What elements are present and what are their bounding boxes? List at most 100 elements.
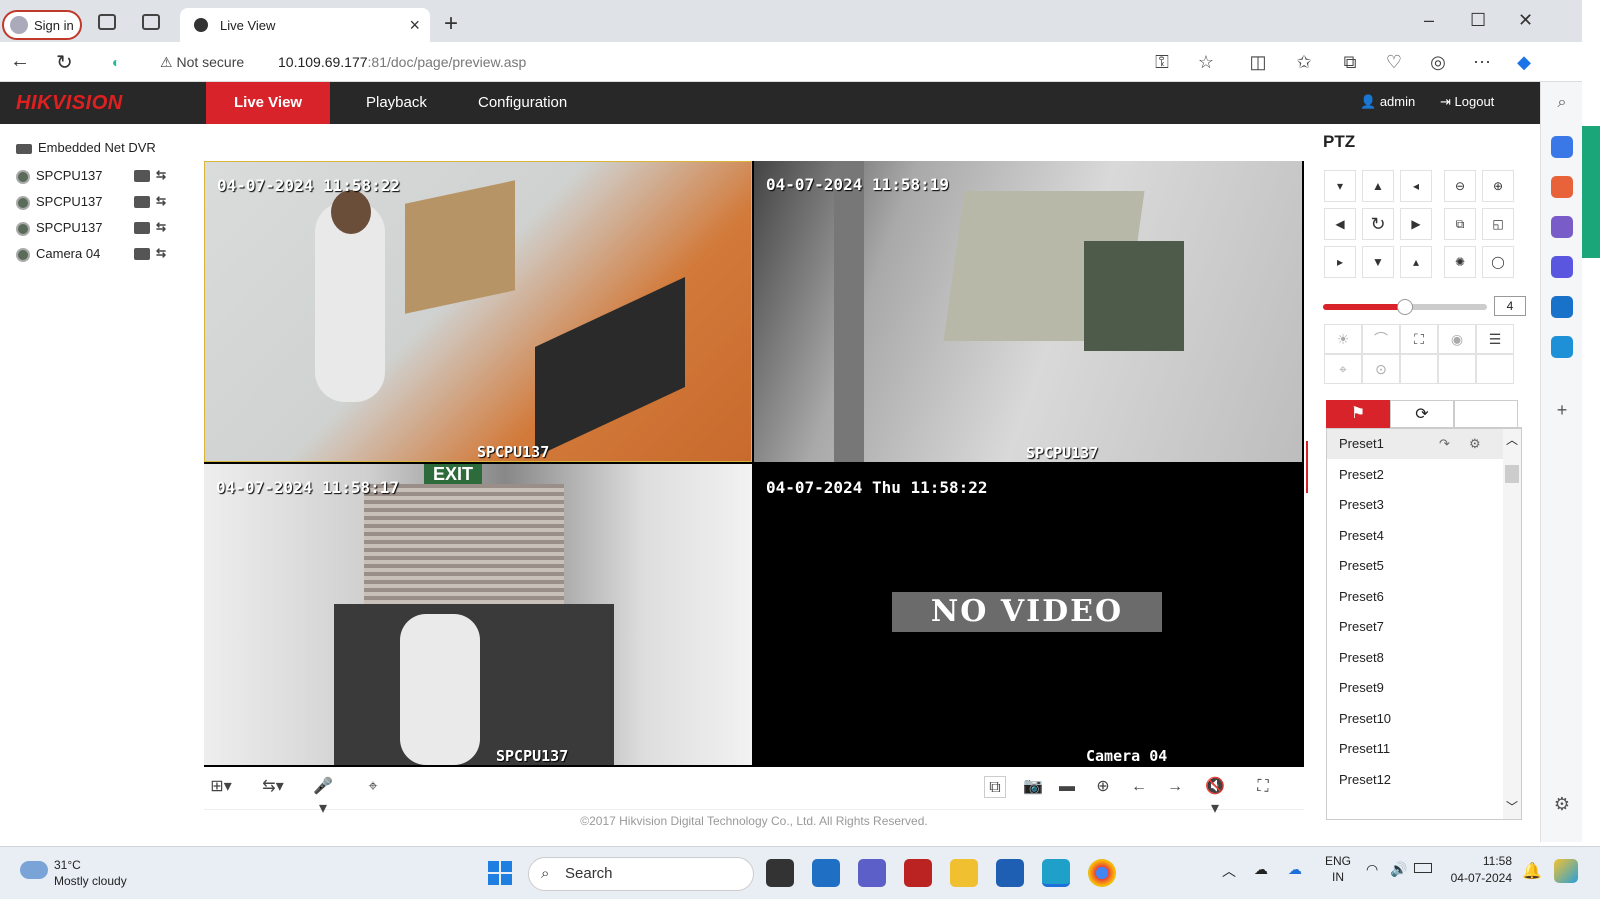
volume-icon[interactable]: 🔊 bbox=[1390, 861, 1407, 878]
sign-in-button[interactable]: Sign in bbox=[2, 10, 82, 40]
scroll-up-icon[interactable]: ︿ bbox=[1506, 431, 1518, 448]
chrome-icon[interactable] bbox=[1088, 859, 1116, 887]
fullscreen-icon[interactable]: ⛶ bbox=[1252, 776, 1274, 798]
tools-icon[interactable] bbox=[1551, 176, 1573, 198]
preset-settings-gear-icon[interactable]: ⚙ bbox=[1469, 429, 1481, 459]
focus-far-icon[interactable]: ◱ bbox=[1482, 208, 1514, 240]
close-window-icon[interactable]: ✕ bbox=[1518, 10, 1533, 31]
tree-camera-item[interactable]: SPCPU137 ⇆ bbox=[16, 220, 186, 240]
preset-item[interactable]: Preset9 bbox=[1327, 673, 1503, 703]
onedrive-sync-icon[interactable]: ☁ bbox=[1288, 861, 1302, 878]
lens-init-icon[interactable]: ◉ bbox=[1438, 324, 1476, 354]
taskbar-clock[interactable]: 11:58 04-07-2024 bbox=[1440, 853, 1512, 887]
search-icon[interactable]: ⌕ bbox=[1551, 94, 1573, 116]
3d-zoom-icon[interactable]: ⊙ bbox=[1362, 354, 1400, 384]
record-all-icon[interactable]: ▬ bbox=[1056, 776, 1078, 798]
preset-item[interactable]: Preset5 bbox=[1327, 551, 1503, 581]
tree-camera-item[interactable]: Camera 04 ⇆ bbox=[16, 246, 186, 266]
preset-scrollbar[interactable]: ︿ ﹀ bbox=[1503, 429, 1521, 819]
file-explorer-icon[interactable] bbox=[950, 859, 978, 887]
zoom-out-icon[interactable]: ⊖ bbox=[1444, 170, 1476, 202]
taskbar-search[interactable]: ⌕ Search bbox=[528, 857, 754, 891]
url-field[interactable] bbox=[96, 46, 1226, 78]
focus-near-icon[interactable]: ⧉ bbox=[1444, 208, 1476, 240]
teams-icon[interactable] bbox=[858, 859, 886, 887]
stream-type-icon[interactable]: ⇆ bbox=[156, 220, 172, 236]
record-icon[interactable] bbox=[134, 196, 150, 208]
ptz-speed-slider[interactable] bbox=[1323, 299, 1487, 315]
ptz-left-button[interactable]: ◀ bbox=[1324, 208, 1356, 240]
new-tab-icon[interactable]: + bbox=[444, 10, 458, 38]
tab-live-view[interactable]: Live View bbox=[206, 82, 331, 124]
digital-zoom-icon[interactable]: ⊕ bbox=[1092, 776, 1114, 798]
tree-root[interactable]: Embedded Net DVR bbox=[16, 140, 156, 155]
record-icon[interactable] bbox=[134, 248, 150, 260]
password-key-icon[interactable]: ⚿ bbox=[1152, 52, 1172, 72]
preset-item[interactable]: Preset6 bbox=[1327, 582, 1503, 612]
add-icon[interactable]: + bbox=[1551, 400, 1573, 422]
task-view-icon[interactable] bbox=[766, 859, 794, 887]
back-icon[interactable]: ← bbox=[10, 50, 30, 73]
wifi-icon[interactable]: ◠ bbox=[1366, 861, 1378, 878]
logout-button[interactable]: ⇥ Logout bbox=[1440, 94, 1494, 110]
browser-essentials-icon[interactable]: ♡ bbox=[1384, 52, 1404, 72]
favorite-star-icon[interactable]: ☆ bbox=[1196, 52, 1216, 72]
more-menu-icon[interactable]: ☰ bbox=[1476, 324, 1514, 354]
scroll-down-icon[interactable]: ﹀ bbox=[1506, 798, 1518, 815]
record-icon[interactable] bbox=[134, 222, 150, 234]
previous-page-icon[interactable]: ← bbox=[1128, 776, 1150, 798]
ptz-right-button[interactable]: ▶ bbox=[1400, 208, 1432, 240]
record-icon[interactable] bbox=[134, 170, 150, 182]
language-indicator[interactable]: ENG IN bbox=[1325, 853, 1351, 885]
auto-rotate-icon[interactable]: ↻ bbox=[1362, 208, 1394, 240]
edge-browser-icon[interactable] bbox=[1042, 859, 1070, 887]
notification-bell-icon[interactable]: 🔔 bbox=[1522, 861, 1542, 881]
outlook-taskbar-icon[interactable] bbox=[812, 859, 840, 887]
start-button-icon[interactable] bbox=[488, 861, 512, 885]
user-menu[interactable]: 👤 admin bbox=[1360, 94, 1415, 110]
url-text[interactable]: 10.109.69.177:81/doc/page/preview.asp bbox=[278, 54, 526, 70]
store-icon[interactable] bbox=[996, 859, 1024, 887]
call-preset-icon[interactable]: ↷ bbox=[1439, 429, 1450, 459]
zoom-region-icon[interactable]: ⌖ bbox=[362, 776, 384, 798]
split-screen-icon[interactable]: ◫ bbox=[1248, 52, 1268, 72]
ptz-down-right-button[interactable]: ▴ bbox=[1400, 246, 1432, 278]
copilot-taskbar-icon[interactable] bbox=[1554, 859, 1578, 883]
maximize-icon[interactable]: ☐ bbox=[1470, 10, 1486, 31]
shopping-icon[interactable] bbox=[1551, 136, 1573, 158]
refresh-icon[interactable]: ↻ bbox=[56, 50, 73, 75]
browser-tab[interactable]: Live View × bbox=[180, 8, 430, 42]
preset-item[interactable]: Preset2 bbox=[1327, 460, 1503, 490]
preset-item[interactable]: Preset11 bbox=[1327, 734, 1503, 764]
office-icon[interactable] bbox=[1551, 256, 1573, 278]
video-tile-2[interactable]: 04-07-2024 11:58:19 SPCPU137 bbox=[754, 161, 1302, 462]
preset-item[interactable]: Preset10 bbox=[1327, 704, 1503, 734]
ptz-up-right-button[interactable]: ◂ bbox=[1400, 170, 1432, 202]
copilot-icon[interactable]: ◆ bbox=[1514, 52, 1534, 72]
pattern-tab[interactable] bbox=[1454, 400, 1518, 428]
ptz-down-left-button[interactable]: ▸ bbox=[1324, 246, 1356, 278]
manual-tracking-icon[interactable]: ⌖ bbox=[1324, 354, 1362, 384]
zoom-in-icon[interactable]: ⊕ bbox=[1482, 170, 1514, 202]
security-indicator[interactable]: ⚠ Not secure bbox=[160, 54, 244, 71]
close-tab-icon[interactable]: × bbox=[409, 15, 420, 36]
collections-icon[interactable]: ⧉ bbox=[1340, 52, 1360, 72]
battery-icon[interactable] bbox=[1414, 863, 1432, 873]
iris-open-icon[interactable]: ✺ bbox=[1444, 246, 1476, 278]
video-tile-3[interactable]: EXIT 04-07-2024 11:58:17 SPCPU137 bbox=[204, 464, 752, 765]
patrol-tab-icon[interactable]: ⟳ bbox=[1390, 400, 1454, 428]
send-icon[interactable] bbox=[1551, 336, 1573, 358]
preset-item[interactable]: Preset7 bbox=[1327, 612, 1503, 642]
preset-item[interactable]: Preset4 bbox=[1327, 521, 1503, 551]
ptz-up-button[interactable]: ▲ bbox=[1362, 170, 1394, 202]
stream-type-icon[interactable]: ⇆ bbox=[156, 246, 172, 262]
preset-item[interactable]: Preset12 bbox=[1327, 765, 1503, 795]
outlook-icon[interactable] bbox=[1551, 296, 1573, 318]
next-page-icon[interactable]: → bbox=[1164, 776, 1186, 798]
more-options-icon[interactable]: ⋯ bbox=[1472, 52, 1492, 72]
tree-camera-item[interactable]: SPCPU137 ⇆ bbox=[16, 168, 186, 188]
stream-select-icon[interactable]: ⇆▾ bbox=[262, 776, 284, 798]
stop-all-preview-icon[interactable]: ⧉ bbox=[984, 776, 1006, 798]
settings-gear-icon[interactable]: ⚙ bbox=[1551, 794, 1573, 816]
stream-type-icon[interactable]: ⇆ bbox=[156, 168, 172, 184]
